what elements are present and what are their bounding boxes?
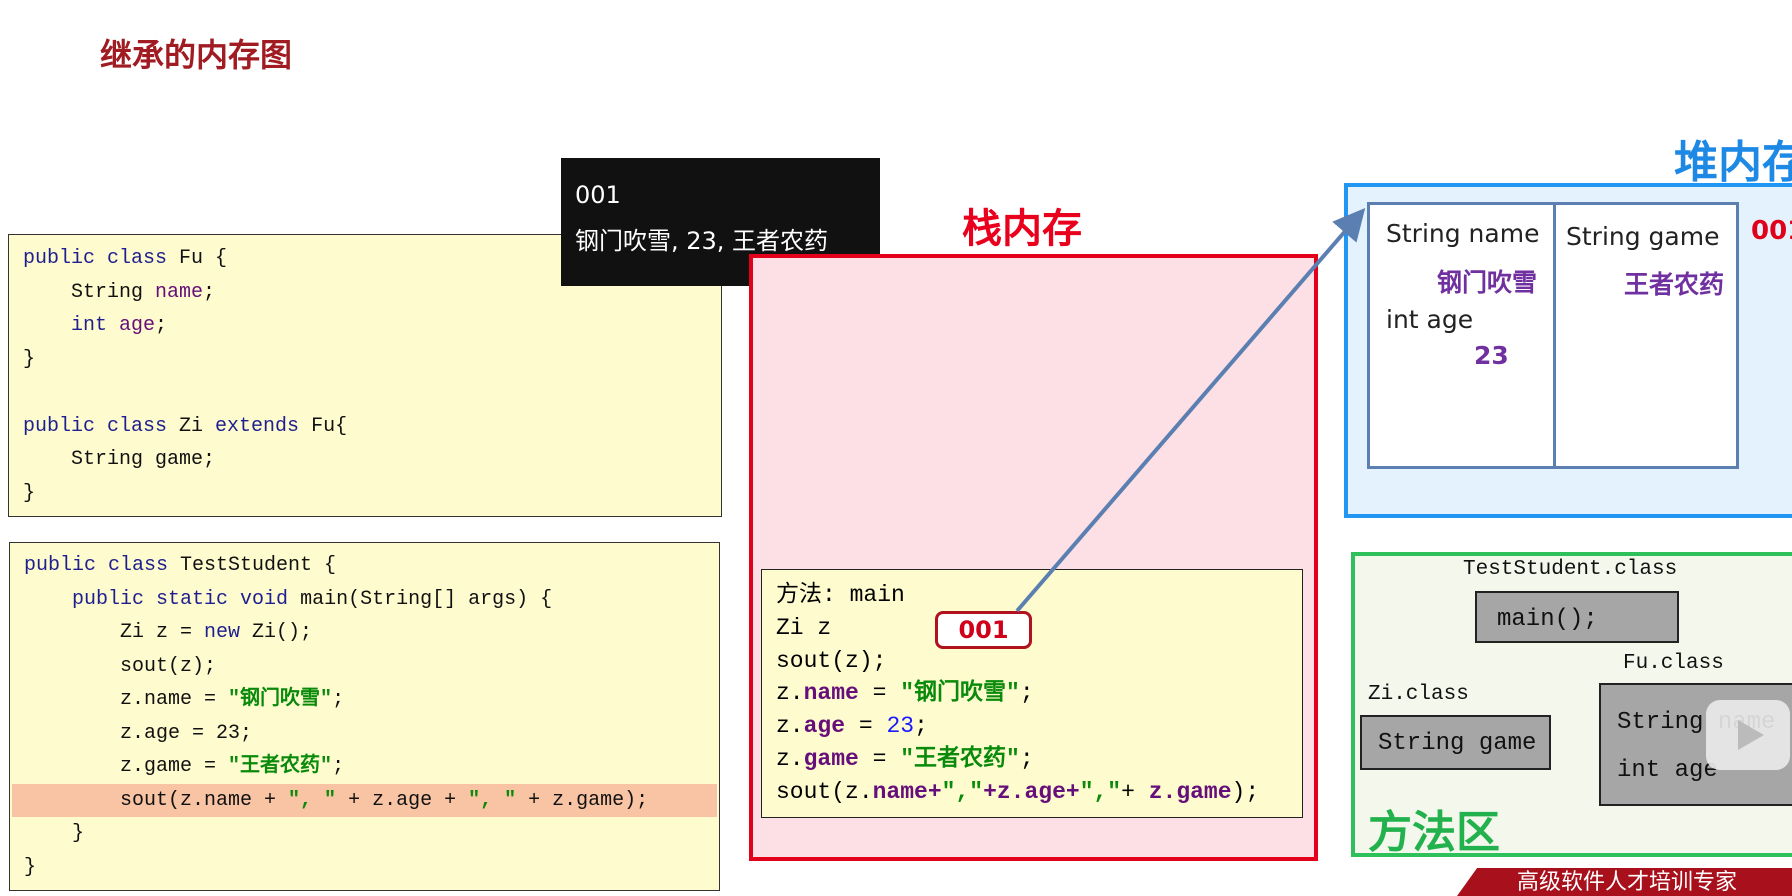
fu-class-label: Fu.class: [1623, 652, 1724, 675]
method-area-title: 方法区: [1368, 807, 1500, 858]
fu-class-field-age: int age: [1617, 757, 1718, 784]
play-icon[interactable]: [1706, 700, 1790, 770]
main-method-box: main();: [1475, 591, 1679, 643]
footer-banner: 高级软件人才培训专家: [1457, 868, 1792, 896]
zi-class-box: String game: [1360, 715, 1551, 770]
test-student-class-label: TestStudent.class: [1463, 558, 1678, 581]
zi-class-label: Zi.class: [1368, 683, 1469, 706]
arrow-line: [1015, 207, 1366, 613]
